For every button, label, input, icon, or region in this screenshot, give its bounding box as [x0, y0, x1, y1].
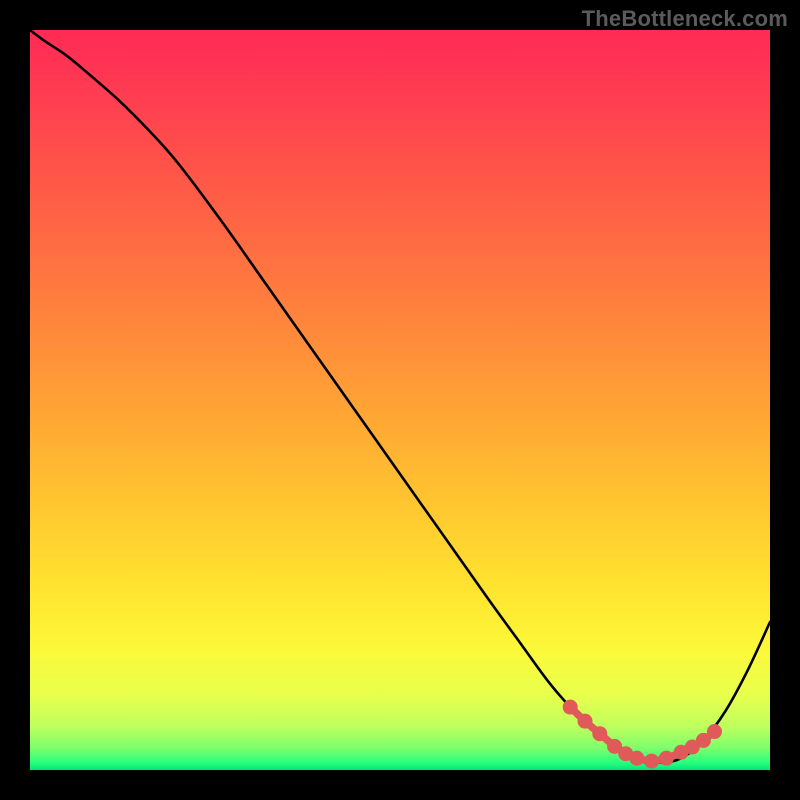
chart-background	[30, 30, 770, 770]
watermark-text: TheBottleneck.com	[582, 6, 788, 32]
series-valley-marker-point	[578, 714, 593, 729]
chart-frame	[30, 30, 770, 770]
series-valley-marker-point	[644, 754, 659, 769]
series-valley-marker-point	[629, 751, 644, 766]
series-valley-marker-point	[563, 700, 578, 715]
chart-plot	[30, 30, 770, 770]
series-valley-marker-point	[592, 726, 607, 741]
series-valley-marker-point	[659, 751, 674, 766]
series-valley-marker-point	[707, 724, 722, 739]
